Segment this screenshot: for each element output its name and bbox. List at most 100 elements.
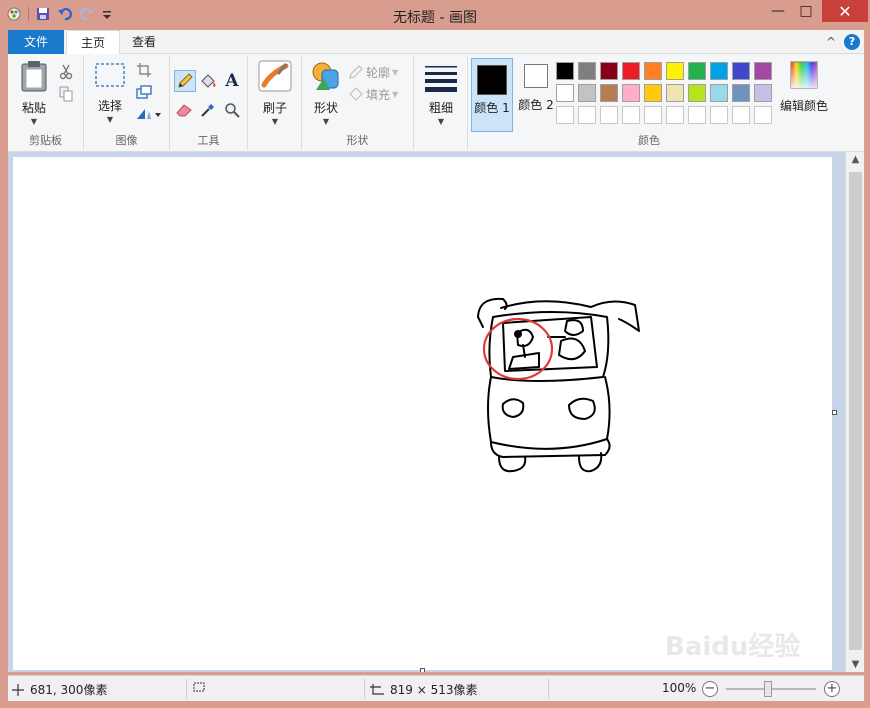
palette-swatch[interactable] bbox=[578, 62, 596, 80]
group-colors: 颜色 1 颜色 2 编辑颜色 颜色 bbox=[468, 56, 830, 150]
palette-swatch[interactable] bbox=[666, 84, 684, 102]
palette-swatch[interactable] bbox=[732, 84, 750, 102]
fill-dropdown-icon: ▼ bbox=[392, 89, 399, 99]
scroll-up-icon[interactable]: ▲ bbox=[846, 154, 865, 165]
minimize-button[interactable]: — bbox=[764, 0, 792, 22]
group-clipboard: 粘贴 ▼ 剪贴板 bbox=[8, 56, 84, 150]
crop-button[interactable] bbox=[134, 60, 154, 80]
collapse-ribbon-icon[interactable]: ^ bbox=[826, 35, 836, 49]
color1-button[interactable]: 颜色 1 bbox=[471, 58, 513, 132]
palette-swatch[interactable] bbox=[600, 84, 618, 102]
group-label-clipboard: 剪贴板 bbox=[29, 134, 62, 147]
custom-color-slot[interactable] bbox=[578, 106, 596, 124]
palette-swatch[interactable] bbox=[666, 62, 684, 80]
custom-color-slot[interactable] bbox=[732, 106, 750, 124]
palette-swatch[interactable] bbox=[644, 84, 662, 102]
palette-swatch[interactable] bbox=[600, 62, 618, 80]
crosshair-icon bbox=[12, 683, 24, 696]
palette-swatch[interactable] bbox=[556, 62, 574, 80]
tab-home[interactable]: 主页 bbox=[66, 30, 121, 55]
custom-color-slot[interactable] bbox=[688, 106, 706, 124]
palette-swatch[interactable] bbox=[688, 84, 706, 102]
copy-button[interactable] bbox=[56, 84, 76, 104]
custom-color-slot[interactable] bbox=[666, 106, 684, 124]
fill-tool[interactable] bbox=[198, 71, 218, 91]
group-size: 粗细 ▼ bbox=[414, 56, 468, 150]
help-icon[interactable]: ? bbox=[844, 34, 860, 50]
status-separator bbox=[548, 679, 549, 699]
palette-swatch[interactable] bbox=[754, 84, 772, 102]
shapes-dropdown-icon[interactable]: ▼ bbox=[308, 118, 344, 126]
resize-handle-bottom[interactable] bbox=[420, 668, 425, 672]
canvas-size: 819 × 513像素 bbox=[370, 681, 478, 698]
status-separator bbox=[364, 679, 365, 699]
palette-swatch[interactable] bbox=[644, 62, 662, 80]
rotate-button[interactable] bbox=[134, 104, 162, 124]
cursor-position: 681, 300像素 bbox=[12, 681, 107, 698]
palette-swatch[interactable] bbox=[732, 62, 750, 80]
fill-button[interactable]: 填充 ▼ bbox=[348, 84, 408, 104]
palette-swatch[interactable] bbox=[710, 62, 728, 80]
palette-swatch[interactable] bbox=[556, 84, 574, 102]
brushes-dropdown-icon[interactable]: ▼ bbox=[256, 118, 294, 126]
palette-swatch[interactable] bbox=[578, 84, 596, 102]
tab-file[interactable]: 文件 bbox=[8, 30, 64, 54]
resize-handle-right[interactable] bbox=[832, 410, 837, 415]
eraser-tool[interactable] bbox=[174, 100, 194, 120]
edit-colors-label: 编辑颜色 bbox=[779, 99, 828, 113]
custom-color-slot[interactable] bbox=[644, 106, 662, 124]
custom-color-slot[interactable] bbox=[600, 106, 618, 124]
select-rect-icon bbox=[95, 63, 125, 87]
paste-button[interactable]: 粘贴 ▼ bbox=[14, 60, 54, 126]
select-button[interactable]: 选择 ▼ bbox=[90, 60, 130, 124]
magnifier-tool[interactable] bbox=[222, 100, 242, 120]
brushes-button[interactable]: 刷子 ▼ bbox=[256, 60, 294, 126]
shapes-button[interactable]: 形状 ▼ bbox=[308, 60, 344, 126]
text-tool-icon[interactable]: A bbox=[222, 71, 242, 91]
eyedropper-icon bbox=[201, 104, 214, 117]
paste-icon bbox=[21, 61, 47, 92]
group-label-tools: 工具 bbox=[197, 134, 220, 147]
tab-view[interactable]: 查看 bbox=[118, 30, 170, 54]
close-button[interactable]: ✕ bbox=[822, 0, 868, 22]
outline-button[interactable]: 轮廓 ▼ bbox=[348, 62, 408, 82]
scissors-icon bbox=[59, 64, 73, 80]
resize-button[interactable] bbox=[134, 82, 154, 102]
size-dropdown-icon[interactable]: ▼ bbox=[422, 118, 460, 126]
group-label-shapes: 形状 bbox=[346, 134, 369, 147]
palette-swatch[interactable] bbox=[688, 62, 706, 80]
brush-icon bbox=[258, 60, 292, 92]
paste-label: 粘贴 bbox=[21, 101, 46, 115]
maximize-button[interactable]: □ bbox=[792, 0, 820, 22]
window-title: 无标题 - 画图 bbox=[393, 10, 477, 26]
pencil-icon bbox=[178, 73, 193, 88]
palette-swatch[interactable] bbox=[622, 84, 640, 102]
pencil-tool[interactable] bbox=[174, 70, 196, 92]
vertical-scrollbar[interactable]: ▲ ▼ bbox=[845, 152, 864, 672]
custom-color-slot[interactable] bbox=[754, 106, 772, 124]
color2-button[interactable]: 颜色 2 bbox=[516, 62, 556, 113]
scroll-down-icon[interactable]: ▼ bbox=[846, 659, 865, 670]
cut-button[interactable] bbox=[56, 62, 76, 82]
size-button[interactable]: 粗细 ▼ bbox=[422, 60, 460, 126]
paste-dropdown-icon[interactable]: ▼ bbox=[14, 118, 54, 126]
group-label-colors: 颜色 bbox=[638, 134, 660, 147]
custom-color-slot[interactable] bbox=[622, 106, 640, 124]
palette-swatch[interactable] bbox=[754, 62, 772, 80]
group-image: 选择 ▼ 图像 bbox=[84, 56, 170, 150]
select-dropdown-icon[interactable]: ▼ bbox=[90, 116, 130, 124]
edit-colors-button[interactable]: 编辑颜色 bbox=[778, 60, 830, 114]
zoom-out-button[interactable]: − bbox=[702, 681, 718, 697]
palette-swatch[interactable] bbox=[622, 62, 640, 80]
drawing-canvas[interactable]: Baidu经验 bbox=[13, 157, 832, 670]
zoom-slider-thumb[interactable] bbox=[764, 681, 772, 697]
custom-color-slot[interactable] bbox=[710, 106, 728, 124]
palette-swatch[interactable] bbox=[710, 84, 728, 102]
custom-color-slot[interactable] bbox=[556, 106, 574, 124]
color1-label: 颜色 1 bbox=[474, 101, 510, 115]
color-picker-tool[interactable] bbox=[198, 100, 218, 120]
canvas-workspace: Baidu经验 bbox=[8, 152, 845, 672]
zoom-in-button[interactable]: + bbox=[824, 681, 840, 697]
scroll-thumb[interactable] bbox=[849, 172, 862, 650]
shapes-label: 形状 bbox=[313, 101, 338, 115]
